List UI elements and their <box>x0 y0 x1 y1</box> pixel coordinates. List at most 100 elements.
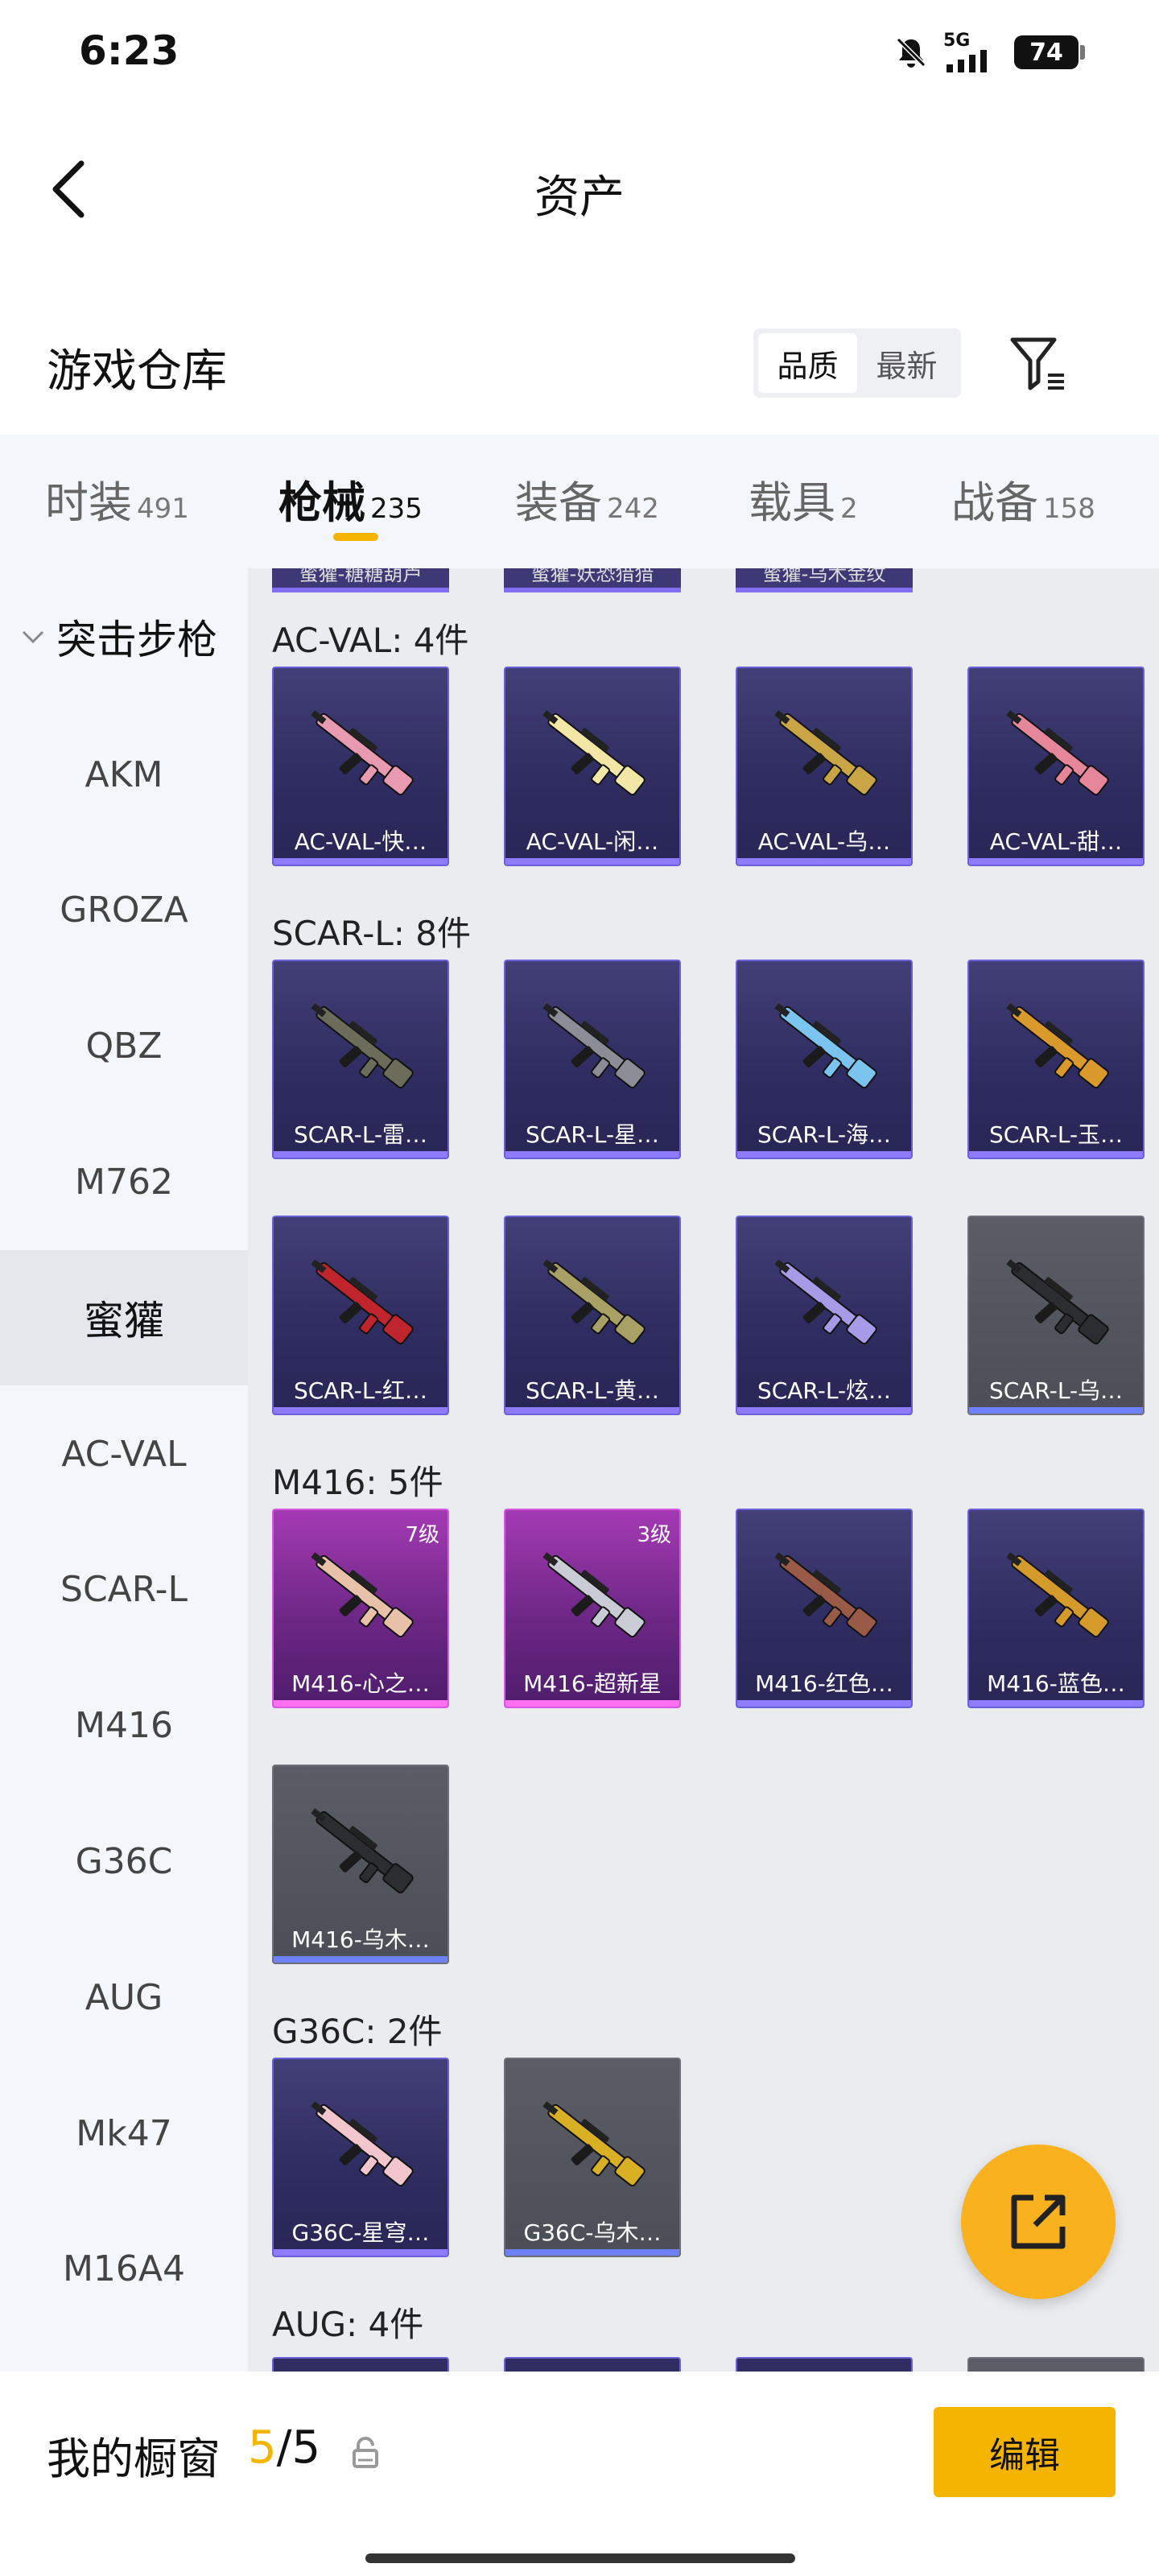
group-label: G36C: 2件 <box>272 2012 443 2051</box>
tab-vehicles[interactable]: 载具 2 <box>749 467 858 530</box>
tab-label: 装备 <box>515 477 602 528</box>
weapon-card[interactable]: 7级 M416-心之… <box>272 1509 449 1708</box>
weapon-card-partial[interactable] <box>504 2357 681 2372</box>
weapon-card[interactable]: AC-VAL-甜… <box>967 667 1145 866</box>
sidebar-item[interactable]: M762 <box>0 1114 248 1249</box>
weapon-name: M416-超新星 <box>523 1670 662 1697</box>
weapon-card-partial[interactable] <box>272 2357 449 2372</box>
group-label: M416: 5件 <box>272 1463 443 1502</box>
sidebar-section-assault-rifles[interactable]: 突击步枪 <box>0 568 248 705</box>
sidebar-item[interactable]: M16A4 <box>0 2202 248 2337</box>
weapon-image <box>542 1003 645 1089</box>
rarity-bar <box>737 1700 911 1707</box>
external-link-icon <box>1011 2194 1066 2249</box>
sort-by-quality[interactable]: 品质 <box>758 333 857 393</box>
tab-count: 2 <box>840 493 858 525</box>
weapon-name: SCAR-L-炫… <box>757 1377 892 1404</box>
edit-button[interactable]: 编辑 <box>934 2407 1116 2497</box>
weapon-card[interactable]: SCAR-L-红… <box>272 1216 449 1415</box>
weapon-image <box>1006 1259 1109 1345</box>
sidebar-item[interactable]: QBZ <box>0 979 248 1114</box>
weapon-card[interactable]: G36C-乌木… <box>504 2058 681 2257</box>
weapon-card[interactable]: M416-蓝色… <box>967 1509 1145 1708</box>
sidebar-item[interactable]: AKM <box>0 707 248 842</box>
sidebar-item[interactable]: GROZA <box>0 843 248 978</box>
weapon-card[interactable]: SCAR-L-玉… <box>967 960 1145 1159</box>
weapon-card-partial[interactable]: 蜜獾-妖恐猎猎 <box>504 568 681 592</box>
weapon-name: AC-VAL-闲… <box>526 828 659 855</box>
weapon-card[interactable]: G36C-星穹… <box>272 2058 449 2257</box>
tab-fashion[interactable]: 时装 491 <box>45 467 189 530</box>
tab-label: 载具 <box>749 477 835 528</box>
rarity-bar <box>737 1151 911 1158</box>
weapon-card[interactable]: AC-VAL-乌… <box>736 667 913 866</box>
weapon-name: 蜜獾-糖糖葫芦 <box>299 568 423 585</box>
weapon-image <box>311 1003 414 1089</box>
weapon-level-badge: 3级 <box>637 1523 671 1547</box>
rarity-bar <box>274 1956 448 1963</box>
rarity-bar <box>969 858 1143 865</box>
weapon-card[interactable]: M416-乌木… <box>272 1765 449 1964</box>
weapon-card-partial[interactable]: 蜜獾-乌木金纹 <box>736 568 913 592</box>
category-tabs: 时装 491 枪械 235 装备 242 载具 2 战备 158 <box>0 435 1159 568</box>
weapon-card[interactable]: 3级 M416-超新星 <box>504 1509 681 1708</box>
weapon-card[interactable]: SCAR-L-炫… <box>736 1216 913 1415</box>
rarity-bar <box>274 2249 448 2256</box>
status-time: 6:23 <box>79 27 179 74</box>
tab-count: 242 <box>607 493 659 525</box>
rarity-bar <box>969 1407 1143 1414</box>
weapon-image <box>1006 1552 1109 1638</box>
group-label: SCAR-L: 8件 <box>272 914 471 953</box>
battery-level: 74 <box>1029 38 1063 67</box>
weapon-type-sidebar: 突击步枪 AKM GROZA QBZ M762 蜜獾 AC-VAL SCAR-L M416 G3… <box>0 568 248 2372</box>
sidebar-item[interactable]: G36C <box>0 1794 248 1929</box>
sort-by-newest[interactable]: 最新 <box>857 333 956 393</box>
tab-firearms[interactable]: 枪械 235 <box>278 467 423 530</box>
weapon-level-badge: 7级 <box>405 1523 439 1547</box>
sidebar-item[interactable]: M416 <box>0 1658 248 1794</box>
weapon-card-partial[interactable] <box>736 2357 913 2372</box>
weapon-image <box>542 1552 645 1638</box>
weapon-image <box>311 1552 414 1638</box>
rarity-bar <box>969 1151 1143 1158</box>
weapon-card-partial[interactable] <box>967 2357 1145 2372</box>
weapon-card[interactable]: SCAR-L-雷… <box>272 960 449 1159</box>
weapon-card[interactable]: SCAR-L-星… <box>504 960 681 1159</box>
item-grid: 蜜獾-糖糖葫芦 蜜獾-妖恐猎猎 蜜獾-乌木金纹 AC-VAL: 4件 AC-VAL-快…… <box>248 568 1159 2372</box>
weapon-card[interactable]: AC-VAL-快… <box>272 667 449 866</box>
rarity-bar <box>274 1407 448 1414</box>
tab-gear[interactable]: 战备 158 <box>951 467 1095 530</box>
sidebar-item[interactable]: Mk47 <box>0 2066 248 2201</box>
weapon-name: M416-蓝色… <box>987 1670 1125 1697</box>
weapon-card[interactable]: SCAR-L-黄… <box>504 1216 681 1415</box>
weapon-image <box>542 2101 645 2187</box>
tab-equipment[interactable]: 装备 242 <box>515 467 659 530</box>
weapon-card[interactable]: M416-红色… <box>736 1509 913 1708</box>
tab-label: 时装 <box>45 477 132 528</box>
weapon-name: SCAR-L-玉… <box>988 1121 1124 1148</box>
sidebar-item[interactable]: SCAR-L <box>0 1522 248 1657</box>
weapon-name: SCAR-L-黄… <box>525 1377 660 1404</box>
weapon-name: SCAR-L-雷… <box>293 1121 428 1148</box>
group-label: AUG: 4件 <box>272 2305 424 2344</box>
weapon-card[interactable]: SCAR-L-海… <box>736 960 913 1159</box>
sidebar-item[interactable]: AC-VAL <box>0 1386 248 1521</box>
weapon-image <box>774 710 877 796</box>
status-bar: 6:23 5G 74 <box>0 0 1159 105</box>
weapon-name: 蜜獾-妖恐猎猎 <box>530 568 654 585</box>
tab-label: 枪械 <box>278 477 365 528</box>
sidebar-item[interactable]: AUG <box>0 1930 248 2065</box>
warehouse-title: 游戏仓库 <box>47 345 227 398</box>
weapon-card[interactable]: SCAR-L-乌… <box>967 1216 1145 1415</box>
share-fab-button[interactable] <box>961 2145 1116 2299</box>
filter-button[interactable] <box>1008 333 1069 394</box>
weapon-card[interactable]: AC-VAL-闲… <box>504 667 681 866</box>
weapon-name: M416-心之… <box>291 1670 430 1697</box>
sidebar-item[interactable]: 蜜獾 <box>0 1250 248 1386</box>
status-icons: 5G 74 <box>893 32 1085 72</box>
weapon-image <box>774 1259 877 1345</box>
weapon-name: SCAR-L-星… <box>525 1121 660 1148</box>
rarity-bar <box>505 858 679 865</box>
weapon-card-partial[interactable]: 蜜獾-糖糖葫芦 <box>272 568 449 592</box>
rarity-bar <box>969 1700 1143 1707</box>
